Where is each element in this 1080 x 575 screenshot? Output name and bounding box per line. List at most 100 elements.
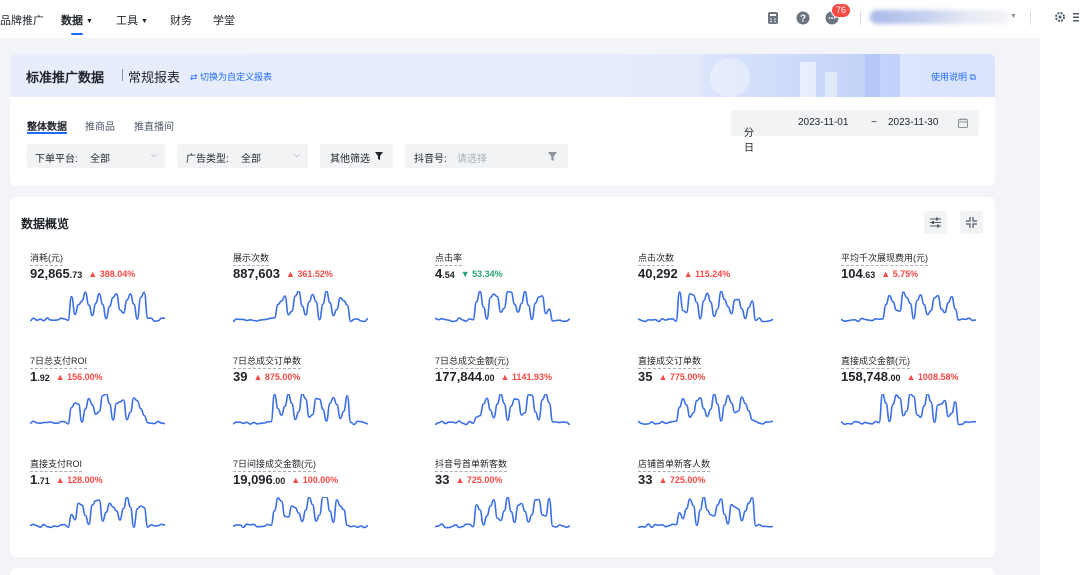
metric-name: 消耗(元) [30, 251, 63, 266]
svg-text:?: ? [800, 14, 806, 25]
metric-value-integer: 158,748 [841, 369, 888, 384]
metric-sparkline [638, 291, 773, 323]
ad-type-filter[interactable]: 广告类型: 全部 ⌵ [177, 144, 308, 168]
metric-value-decimal: .54 [442, 270, 455, 280]
douyin-account-filter[interactable]: 抖音号: 请选择 [405, 144, 568, 168]
notification-badge: 76 [831, 3, 852, 18]
metric-sparkline [435, 394, 570, 426]
metric-value: 104.63 ▲ 5.75% [841, 266, 918, 281]
metric-value: 1.71 ▲ 128.00% [30, 472, 103, 487]
nav-item-data[interactable]: 数据 ▼ [61, 12, 93, 28]
help-link[interactable]: 使用说明 ⧉ [931, 70, 976, 83]
help-icon[interactable]: ? [796, 11, 810, 25]
metric-value-decimal: .63 [862, 270, 876, 280]
settings-icon[interactable] [1054, 11, 1066, 23]
metric-change: ▼ 53.34% [460, 269, 503, 279]
sparkline-path [841, 291, 976, 323]
account-name-redacted[interactable] [870, 10, 1010, 24]
metric-value: 4.54 ▼ 53.34% [435, 266, 503, 281]
metric-value-integer: 33 [638, 472, 653, 487]
chevron-down-icon: ⌵ [150, 150, 157, 159]
metric-card[interactable]: 消耗(元) 92,865.73 ▲ 388.04% [30, 251, 215, 351]
metric-card[interactable]: 7日间接成交金额(元) 19,096.00 ▲ 100.00% [233, 457, 418, 557]
metric-value-integer: 39 [233, 369, 248, 384]
divider [860, 11, 861, 25]
other-filter-button[interactable]: 其他筛选 [320, 144, 393, 168]
tab-live-room[interactable]: 推直播间 [134, 118, 174, 133]
date-range-picker[interactable]: 分日 ⌵ 2023-11-01 ~ 2023-11-30 [731, 110, 979, 154]
metric-card[interactable]: 直接成交金额(元) 158,748.00 ▲ 1008.58% [841, 354, 1026, 454]
switch-custom-report-link[interactable]: ⇄ 切换为自定义报表 [190, 70, 272, 83]
sliders-icon [930, 217, 941, 228]
metric-card[interactable]: 展示次数 887,603 ▲ 361.52% [233, 251, 418, 351]
help-link-label: 使用说明 [931, 72, 968, 82]
metric-card[interactable]: 7日总成交金额(元) 177,844.00 ▲ 1141.93% [435, 354, 620, 454]
chevron-down-icon: ⌵ [293, 150, 300, 159]
nav-item-brand[interactable]: 品牌推广 [0, 12, 44, 28]
page-title: 标准推广数据 [26, 70, 105, 85]
sparkline-path [30, 497, 165, 529]
nav-item-tools[interactable]: 工具 ▼ [116, 12, 148, 28]
sparkline-path [435, 291, 570, 323]
metric-name: 店铺首单新客人数 [638, 457, 711, 472]
nav-item-finance[interactable]: 财务 [170, 12, 192, 28]
metric-value-integer: 40,292 [638, 266, 678, 281]
sparkline-path [233, 394, 368, 426]
metric-sparkline [638, 497, 773, 529]
metric-value: 887,603 ▲ 361.52% [233, 266, 333, 281]
metric-name: 点击率 [435, 251, 463, 266]
metric-card[interactable]: 点击率 4.54 ▼ 53.34% [435, 251, 620, 351]
collapse-button[interactable] [960, 211, 983, 234]
metric-change: ▲ 725.00% [658, 475, 706, 485]
sparkline-path [30, 291, 165, 323]
metric-sparkline [30, 497, 165, 529]
header-decoration [825, 72, 837, 97]
metric-name: 直接成交金额(元) [841, 354, 910, 369]
metric-card[interactable]: 7日总支付ROI 1.92 ▲ 156.00% [30, 354, 215, 454]
metric-card[interactable]: 直接成交订单数 35 ▲ 775.00% [638, 354, 823, 454]
sparkline-path [638, 291, 773, 323]
filter-value: 全部 [241, 154, 261, 165]
metric-sparkline [435, 497, 570, 529]
metric-value: 19,096.00 ▲ 100.00% [233, 472, 338, 487]
metric-sparkline [435, 291, 570, 323]
section-title: 数据概览 [21, 217, 70, 231]
platform-filter[interactable]: 下单平台: 全部 ⌵ [26, 144, 165, 168]
metric-change: ▲ 128.00% [55, 475, 103, 485]
metric-value-integer: 92,865 [30, 266, 70, 281]
tab-products[interactable]: 推商品 [85, 118, 115, 133]
filter-icon [548, 152, 557, 161]
tab-overall[interactable]: 整体数据 [27, 118, 67, 133]
metric-name: 7日总成交订单数 [233, 354, 302, 369]
metric-card[interactable]: 平均千次展现费用(元) 104.63 ▲ 5.75% [841, 251, 1026, 351]
menu-icon[interactable] [1073, 11, 1079, 23]
metric-name: 平均千次展现费用(元) [841, 251, 928, 266]
metric-name: 抖音号首单新客数 [435, 457, 508, 472]
metric-value-integer: 887,603 [233, 266, 280, 281]
metric-card[interactable]: 点击次数 40,292 ▲ 115.24% [638, 251, 823, 351]
metric-value-integer: 104 [841, 266, 863, 281]
metric-sparkline [841, 291, 976, 323]
metric-card[interactable]: 抖音号首单新客数 33 ▲ 725.00% [435, 457, 620, 557]
nav-item-academy[interactable]: 学堂 [213, 12, 235, 28]
metric-name: 7日总成交金额(元) [435, 354, 509, 369]
metric-value-decimal: .71 [37, 476, 50, 486]
customize-metrics-button[interactable] [924, 211, 947, 234]
header-decoration [865, 54, 900, 97]
active-nav-indicator [71, 33, 83, 35]
metric-change: ▲ 156.00% [55, 372, 103, 382]
metric-card[interactable]: 直接支付ROI 1.71 ▲ 128.00% [30, 457, 215, 557]
calculator-icon[interactable] [766, 11, 780, 25]
metric-card[interactable]: 店铺首单新客人数 33 ▲ 725.00% [638, 457, 823, 557]
metric-value-integer: 19,096 [233, 472, 273, 487]
active-tab-indicator [27, 132, 67, 134]
start-date[interactable]: 2023-11-01 [798, 117, 848, 128]
caret-down-icon: ▼ [141, 18, 148, 25]
end-date[interactable]: 2023-11-30 [888, 117, 938, 128]
top-nav: 品牌推广 数据 ▼ 工具 ▼ 财务 学堂 ? 76 ▼ [0, 0, 1080, 38]
next-section-card [10, 568, 995, 575]
sparkline-path [638, 394, 773, 426]
metric-card[interactable]: 7日总成交订单数 39 ▲ 875.00% [233, 354, 418, 454]
metric-value: 33 ▲ 725.00% [638, 472, 705, 487]
caret-down-icon[interactable]: ▼ [1010, 13, 1017, 20]
